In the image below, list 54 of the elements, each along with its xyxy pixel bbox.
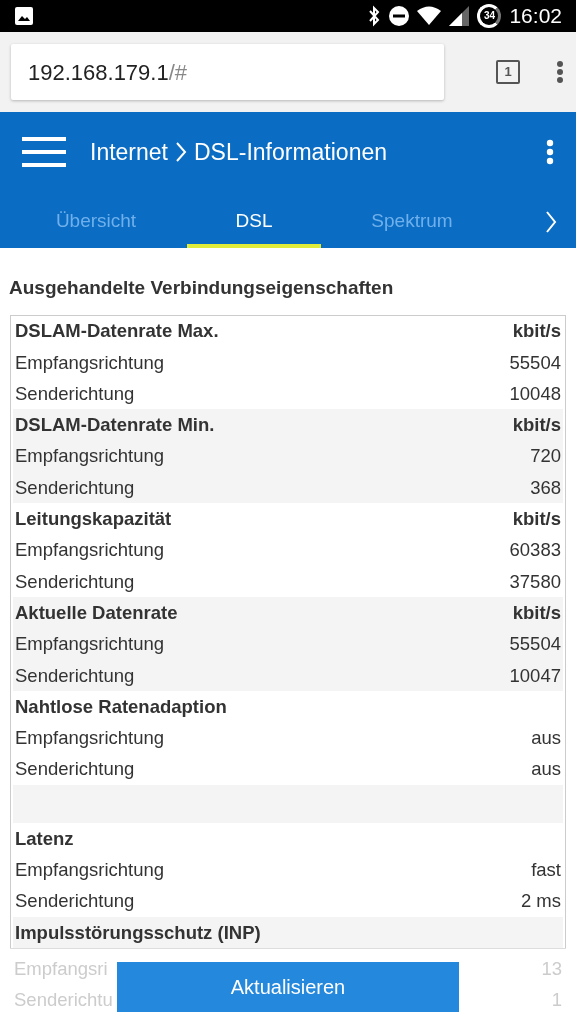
- do-not-disturb-icon: [389, 6, 410, 26]
- menu-icon[interactable]: [22, 136, 66, 168]
- unit-label: kbit/s: [512, 507, 561, 532]
- row-value: 37580: [509, 569, 561, 594]
- unit-label: kbit/s: [512, 413, 561, 438]
- group-title: DSLAM-Datenrate Min.: [15, 413, 215, 438]
- row-value: 368: [530, 475, 561, 500]
- row-value: 55504: [509, 632, 561, 657]
- row-value: 2 ms: [520, 889, 561, 914]
- row-value: aus: [531, 726, 561, 751]
- clock-time: 16:02: [509, 3, 562, 30]
- section-title: Ausgehandelte Verbindungseigenschaften: [8, 276, 395, 300]
- refresh-button[interactable]: Aktualisieren: [117, 962, 459, 1013]
- group-title: Latenz: [15, 826, 74, 851]
- row-label: Empfangsrichtung: [15, 632, 165, 657]
- group-title: Leitungskapazität: [15, 507, 172, 532]
- group-title: Aktuelle Datenrate: [15, 600, 178, 625]
- tab[interactable]: DSL: [187, 192, 321, 248]
- row-label: Senderichtung: [15, 475, 135, 500]
- row-label: Senderichtung: [15, 569, 135, 594]
- unit-label: kbit/s: [512, 600, 561, 625]
- row-label: Empfangsrichtung: [15, 726, 165, 751]
- group-title: DSLAM-Datenrate Max.: [15, 319, 219, 344]
- row-label: Empfangsrichtung: [15, 858, 165, 882]
- more-options-icon[interactable]: [546, 139, 554, 165]
- battery-icon: 34: [477, 4, 502, 28]
- image-icon: [14, 6, 34, 26]
- tab-count-button[interactable]: 1: [496, 60, 520, 84]
- bluetooth-icon: [367, 5, 382, 27]
- url-field[interactable]: 192.168.179.1/#: [11, 44, 444, 100]
- row-label: Empfangsrichtung: [15, 350, 165, 375]
- wifi-icon: [417, 6, 442, 26]
- group-title: Nahtlose Ratenadaption: [15, 694, 227, 719]
- row-label: Empfangsrichtung: [15, 538, 165, 563]
- unit-label: kbit/s: [512, 319, 561, 344]
- row-value: 60383: [509, 538, 561, 563]
- row-label: Empfangsrichtung: [15, 444, 165, 469]
- row-value: 10047: [509, 663, 561, 688]
- row-label: Senderichtung: [15, 757, 135, 782]
- row-value: aus: [531, 757, 561, 782]
- signal-icon: [449, 6, 470, 26]
- chevron-right-icon[interactable]: [544, 210, 558, 234]
- row-label: Senderichtung: [15, 663, 135, 688]
- breadcrumb-item[interactable]: Internet: [90, 134, 168, 170]
- row-value: 10048: [509, 381, 561, 406]
- row-label: Senderichtung: [15, 889, 135, 914]
- group-title: Impulsstörungsschutz (INP): [15, 920, 261, 945]
- row-value: fast: [531, 858, 561, 882]
- breadcrumb-item: DSL-Informationen: [194, 137, 388, 167]
- row-label: Senderichtung: [15, 381, 135, 406]
- row-value: 720: [530, 444, 561, 469]
- chevron-right-icon: [174, 141, 188, 163]
- more-options-icon[interactable]: [556, 60, 564, 84]
- row-value: 55504: [509, 350, 561, 375]
